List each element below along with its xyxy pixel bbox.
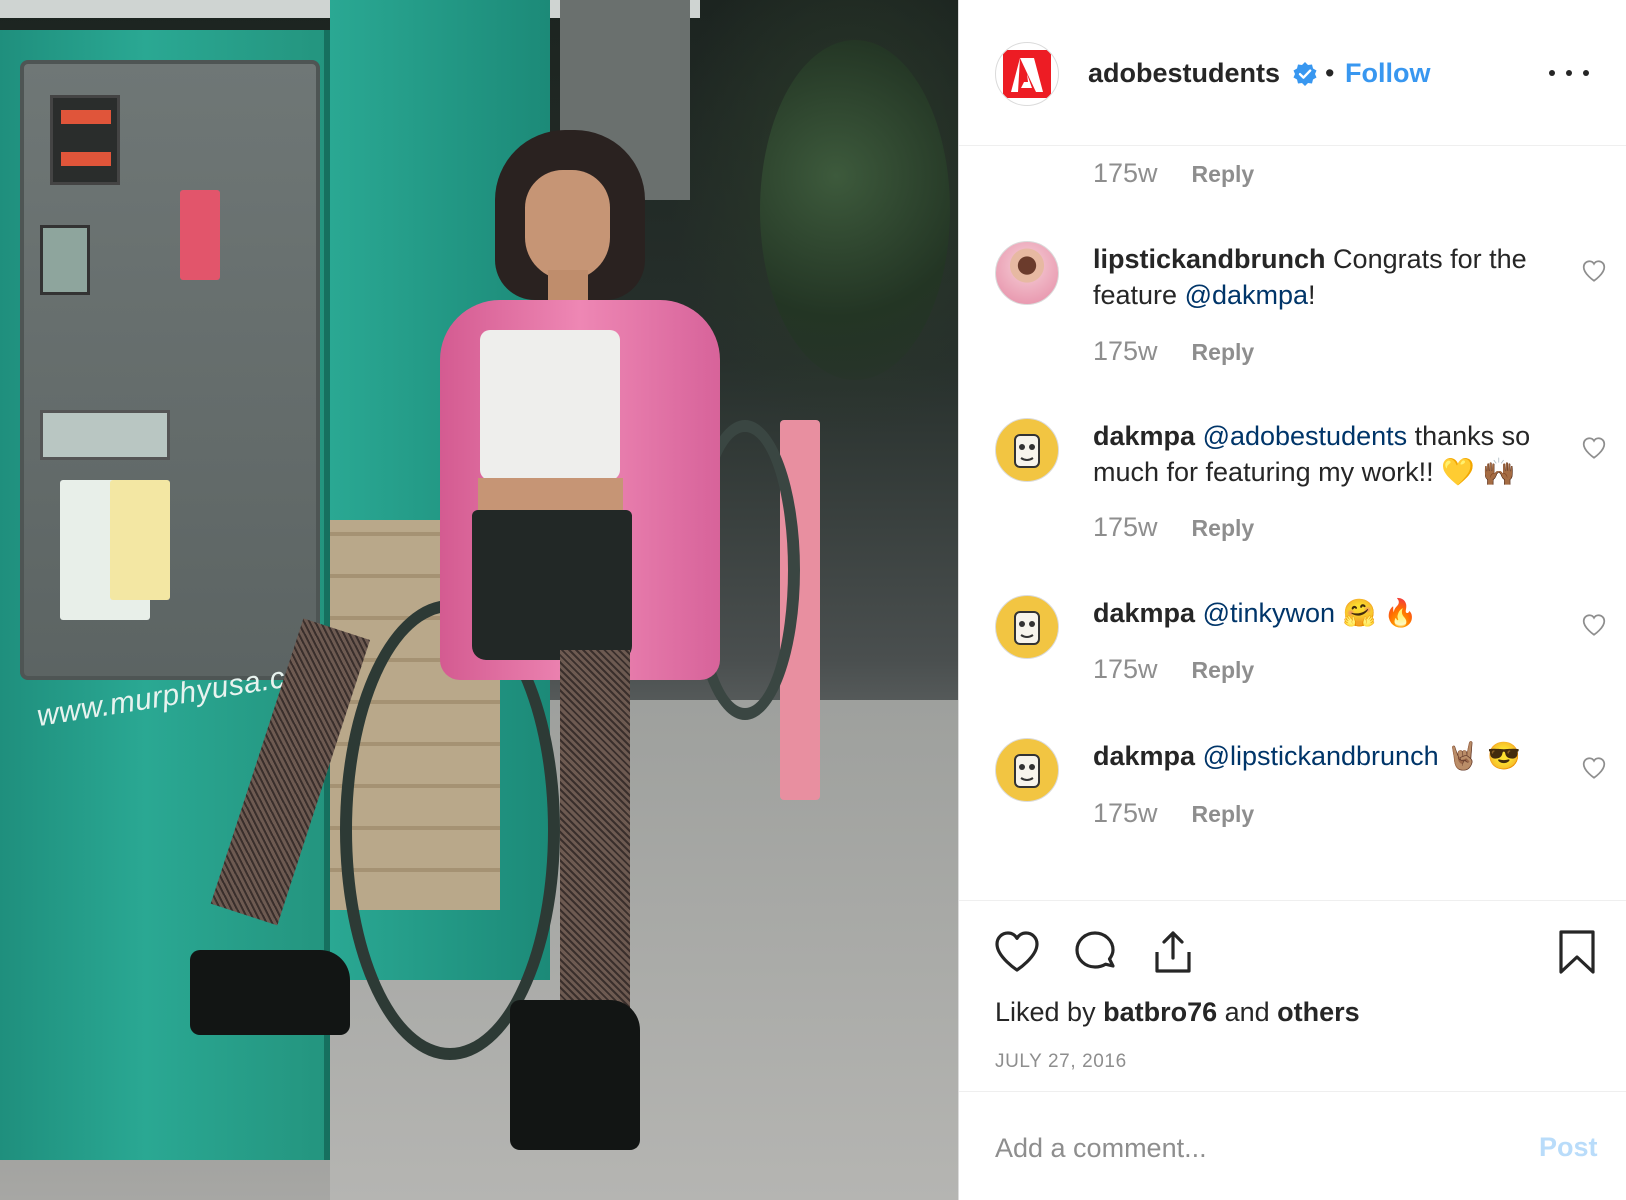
small-heart-icon[interactable] — [1581, 755, 1607, 781]
photo-person-boot — [190, 950, 350, 1035]
photo-person-face — [525, 170, 610, 280]
post-date[interactable]: JULY 27, 2016 — [995, 1051, 1127, 1073]
adobe-logo-icon — [1003, 50, 1051, 98]
photo-sticker — [110, 480, 170, 600]
post-comment-button[interactable]: Post — [1539, 1132, 1598, 1163]
photo-person-top — [480, 330, 620, 480]
comment-time[interactable]: 175w — [1093, 512, 1158, 543]
comment-text: lipstickandbrunch Congrats for the featu… — [1093, 241, 1553, 313]
comment-meta: 175w Reply — [1093, 798, 1254, 829]
tiki-mask-icon — [1014, 611, 1040, 645]
comment-body — [1195, 741, 1203, 771]
post-actions: Liked by batbro76 and others JULY 27, 20… — [959, 900, 1626, 1200]
commenter-avatar[interactable] — [995, 595, 1059, 659]
comment-meta: 175w Reply — [1093, 512, 1254, 543]
liked-by-user[interactable]: batbro76 — [1103, 997, 1217, 1027]
comment-time[interactable]: 175w — [1093, 798, 1158, 829]
header-separator: • — [1325, 58, 1335, 88]
liked-by-prefix: Liked by — [995, 997, 1104, 1027]
comment-bubble-icon[interactable] — [1071, 928, 1119, 976]
comment-mention[interactable]: @lipstickandbrunch — [1203, 741, 1439, 771]
comment-body: ! — [1308, 280, 1316, 310]
post-header: adobestudents • Follow — [959, 0, 1626, 146]
comments-list[interactable]: 175w Reply lipstickandbrunch Congrats fo… — [959, 146, 1626, 900]
share-icon[interactable] — [1149, 928, 1197, 976]
comment-meta: 175w Reply — [1093, 336, 1254, 367]
post-side-panel: adobestudents • Follow 175w Reply lipsti… — [958, 0, 1626, 1200]
reply-button[interactable]: Reply — [1192, 161, 1255, 188]
comment-time[interactable]: 175w — [1093, 158, 1158, 189]
small-heart-icon[interactable] — [1581, 435, 1607, 461]
more-options-icon[interactable] — [1549, 58, 1589, 88]
commenter-avatar[interactable] — [995, 738, 1059, 802]
tiki-mask-icon — [1014, 434, 1040, 468]
comment-mention[interactable]: @dakmpa — [1185, 280, 1308, 310]
like-heart-icon[interactable] — [993, 928, 1041, 976]
comment-body — [1195, 421, 1203, 451]
add-comment-bar: Post — [959, 1091, 1626, 1200]
comment-text: dakmpa @adobestudents thanks so much for… — [1093, 418, 1553, 490]
comment-meta: 175w Reply — [1093, 158, 1254, 189]
more-dot — [1549, 70, 1555, 76]
photo-pump-display — [50, 95, 120, 185]
commenter-username[interactable]: dakmpa — [1093, 741, 1195, 771]
commenter-avatar[interactable] — [995, 418, 1059, 482]
comment-input[interactable] — [995, 1128, 1495, 1168]
verified-badge-icon — [1292, 61, 1318, 87]
comment-text: dakmpa @tinkywon 🤗 🔥 — [1093, 595, 1553, 631]
commenter-username[interactable]: lipstickandbrunch — [1093, 244, 1326, 274]
author-avatar[interactable] — [995, 42, 1059, 106]
comment-body — [1195, 598, 1203, 628]
more-dot — [1566, 70, 1572, 76]
comment-body: 🤘🏽 😎 — [1438, 741, 1521, 771]
photo-pump-keypad — [40, 410, 170, 460]
reply-button[interactable]: Reply — [1192, 801, 1255, 828]
comment-body: 🤗 🔥 — [1335, 598, 1418, 628]
liked-by-others[interactable]: others — [1277, 997, 1360, 1027]
reply-button[interactable]: Reply — [1192, 515, 1255, 542]
comment-mention[interactable]: @tinkywon — [1203, 598, 1335, 628]
bookmark-icon[interactable] — [1553, 928, 1601, 976]
photo-person-boot — [510, 1000, 640, 1150]
comment-mention[interactable]: @adobestudents — [1203, 421, 1408, 451]
post-photo[interactable]: www.murphyusa.com — [0, 0, 958, 1200]
more-dot — [1583, 70, 1589, 76]
photo-person-shorts — [472, 510, 632, 660]
likes-summary: Liked by batbro76 and others — [995, 997, 1360, 1028]
liked-by-mid: and — [1217, 997, 1278, 1027]
commenter-username[interactable]: dakmpa — [1093, 598, 1195, 628]
photo-pump-screen — [40, 225, 90, 295]
small-heart-icon[interactable] — [1581, 612, 1607, 638]
commenter-avatar[interactable] — [995, 241, 1059, 305]
instagram-post-modal: www.murphyusa.com adobestudents • Follow… — [0, 0, 1626, 1200]
photo-tree — [760, 40, 950, 380]
reply-button[interactable]: Reply — [1192, 657, 1255, 684]
reply-button[interactable]: Reply — [1192, 339, 1255, 366]
photo-person-leg — [560, 650, 630, 1010]
commenter-username[interactable]: dakmpa — [1093, 421, 1195, 451]
photo-sticker — [180, 190, 220, 280]
comment-meta: 175w Reply — [1093, 654, 1254, 685]
comment-time[interactable]: 175w — [1093, 336, 1158, 367]
follow-button[interactable]: Follow — [1345, 58, 1430, 89]
author-username[interactable]: adobestudents — [1088, 58, 1280, 89]
small-heart-icon[interactable] — [1581, 258, 1607, 284]
tiki-mask-icon — [1014, 754, 1040, 788]
comment-text: dakmpa @lipstickandbrunch 🤘🏽 😎 — [1093, 738, 1553, 774]
comment-time[interactable]: 175w — [1093, 654, 1158, 685]
